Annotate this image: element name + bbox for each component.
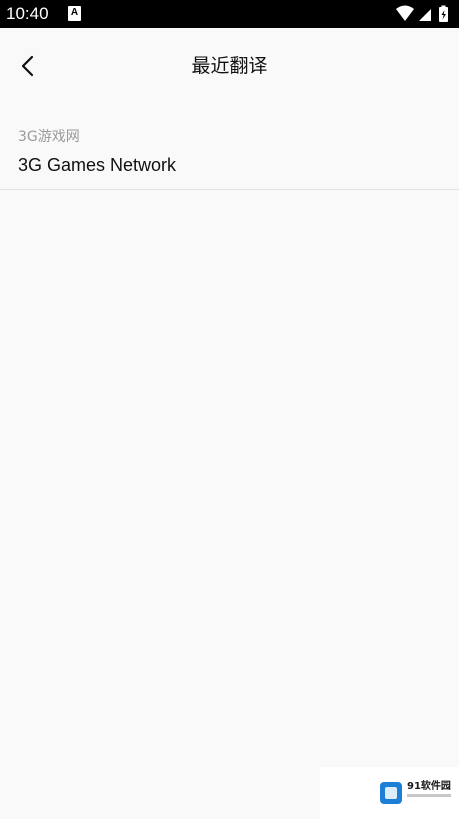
recent-translation-item[interactable]: 3G游戏网 3G Games Network (0, 120, 459, 190)
item-source-text: 3G游戏网 (18, 129, 80, 145)
list-divider (0, 189, 459, 190)
watermark-logo-icon (380, 782, 402, 804)
wifi-icon (396, 5, 414, 21)
screen: 10:40 A 最近翻译 3G游戏网 3G Games Network 91软件… (0, 0, 459, 819)
status-time: 10:40 (6, 4, 49, 23)
watermark-subline (407, 794, 451, 797)
signal-icon (419, 9, 431, 21)
status-bar: 10:40 A (0, 0, 459, 28)
battery-icon (439, 5, 448, 22)
app-notification-letter: A (70, 7, 79, 18)
status-icons (395, 5, 453, 23)
watermark: 91软件园 (320, 767, 459, 819)
app-notification-icon: A (68, 6, 81, 21)
watermark-text: 91软件园 (407, 781, 451, 792)
page-title: 最近翻译 (191, 55, 268, 77)
app-header: 最近翻译 (0, 28, 459, 108)
item-translation-text: 3G Games Network (18, 155, 177, 175)
